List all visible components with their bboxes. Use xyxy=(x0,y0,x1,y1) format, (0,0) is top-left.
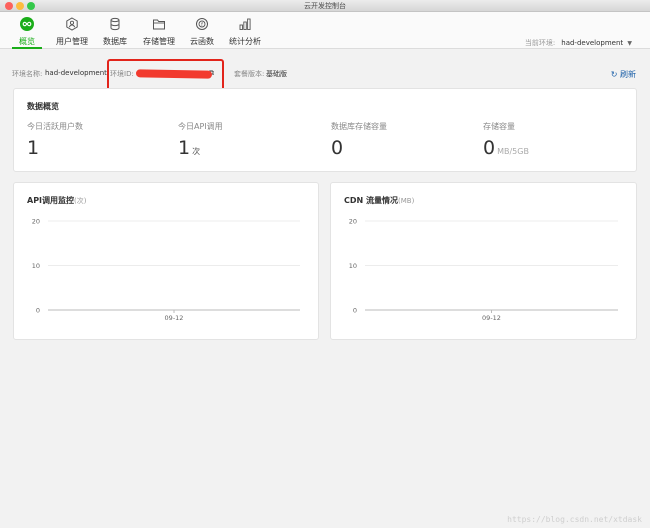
function-icon: f xyxy=(196,18,208,30)
stat-value: 0 xyxy=(331,137,344,159)
stat-label: 数据库存储容量 xyxy=(331,122,387,131)
tab-user-management[interactable]: 用户管理 xyxy=(55,12,89,49)
window-title: 云开发控制台 xyxy=(304,2,346,10)
env-info-row: 环境名称: had-development 环境ID: ⧉ 套餐版本: 基础版 xyxy=(12,66,638,80)
tab-label: 统计分析 xyxy=(229,37,261,46)
stat-value: 0 MB/5GB xyxy=(483,137,529,159)
stat-label: 存储容量 xyxy=(483,122,515,131)
env-value: had-development xyxy=(561,39,624,47)
y-tick-label: 10 xyxy=(32,262,40,270)
tab-label: 云函数 xyxy=(190,37,214,46)
tab-database[interactable]: 数据库 xyxy=(100,12,130,49)
y-tick-label: 0 xyxy=(36,307,40,315)
svg-text:f: f xyxy=(201,22,203,28)
x-tick-label: 09-12 xyxy=(482,314,501,322)
top-toolbar: 概览 用户管理 数据库 存储管理 f 云函数 统计分析 当前环境: had-de… xyxy=(0,12,650,49)
env-name-value: had-development xyxy=(45,69,107,77)
overview-title: 数据概览 xyxy=(27,102,59,111)
tab-overview[interactable]: 概览 xyxy=(12,12,42,49)
env-label: 当前环境: xyxy=(524,39,556,47)
refresh-label: 刷新 xyxy=(620,70,636,79)
stat-storage-capacity: 存储容量 0 MB/5GB xyxy=(483,121,529,159)
tab-label: 用户管理 xyxy=(56,37,88,46)
cdn-chart: 20 10 0 09-12 xyxy=(349,218,618,322)
tab-label: 概览 xyxy=(19,37,35,46)
cdn-chart-card: CDN 流量情况(MB) 20 10 0 09-12 xyxy=(330,182,637,340)
tab-label: 存储管理 xyxy=(143,37,175,46)
env-selector[interactable]: 当前环境: had-development ▼ xyxy=(525,38,632,48)
y-tick-label: 20 xyxy=(349,218,357,226)
api-chart-card: API调用监控(次) 20 10 0 09-12 xyxy=(13,182,319,340)
tab-label: 数据库 xyxy=(103,37,127,46)
tab-cloud-functions[interactable]: f 云函数 xyxy=(187,12,217,49)
stat-label: 今日API调用 xyxy=(178,122,223,131)
database-icon xyxy=(110,17,120,31)
tab-storage[interactable]: 存储管理 xyxy=(140,12,178,49)
bar-chart-icon xyxy=(239,18,251,30)
stat-api-calls: 今日API调用 1次 xyxy=(178,121,223,159)
y-tick-label: 10 xyxy=(349,262,357,270)
x-tick-label: 09-12 xyxy=(165,314,184,322)
stat-value: 1 xyxy=(27,137,40,159)
refresh-icon: ↻ xyxy=(610,70,618,79)
api-chart: 20 10 0 09-12 xyxy=(32,218,300,322)
stat-label: 今日活跃用户数 xyxy=(27,122,83,131)
overview-card: 数据概览 今日活跃用户数 1 今日API调用 1次 数据库存储容量 0 存储容量… xyxy=(13,88,637,172)
tab-analytics[interactable]: 统计分析 xyxy=(228,12,262,49)
infinity-icon xyxy=(20,17,34,31)
y-tick-label: 0 xyxy=(353,307,357,315)
refresh-button[interactable]: ↻ 刷新 xyxy=(611,69,636,80)
watermark: https://blog.csdn.net/xtdask xyxy=(507,515,642,524)
stat-db-capacity: 数据库存储容量 0 xyxy=(331,121,387,159)
window-titlebar: 云开发控制台 xyxy=(0,0,650,12)
folder-icon xyxy=(153,19,165,30)
stat-active-users: 今日活跃用户数 1 xyxy=(27,121,83,159)
env-name-label: 环境名称: xyxy=(12,70,43,78)
plan-label: 套餐版本: xyxy=(234,70,265,78)
chevron-down-icon: ▼ xyxy=(627,40,632,47)
user-hex-icon xyxy=(66,17,78,31)
stat-value: 1次 xyxy=(178,137,201,159)
plan-value: 基础版 xyxy=(266,70,287,78)
y-tick-label: 20 xyxy=(32,218,40,226)
